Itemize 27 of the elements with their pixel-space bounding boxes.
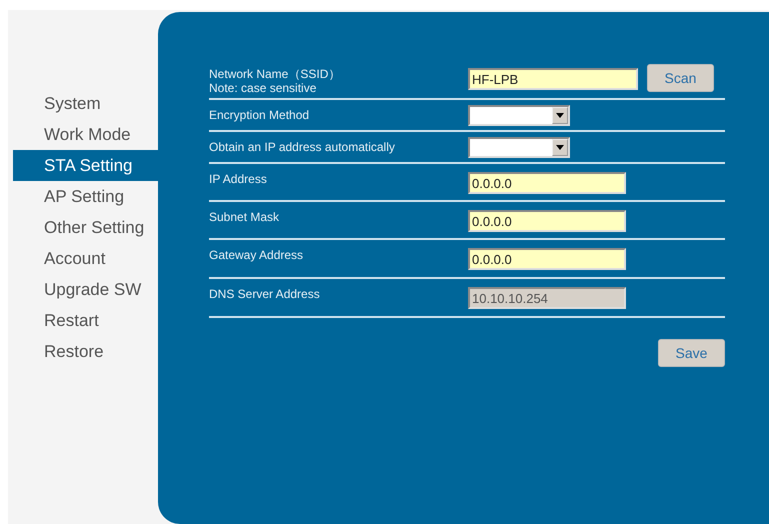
sidebar-item[interactable]: Upgrade SW xyxy=(13,274,158,305)
sidebar-item[interactable]: Restart xyxy=(13,305,158,336)
field-label: Encryption Method xyxy=(209,107,310,122)
text-field[interactable]: 0.0.0.0 xyxy=(468,210,626,232)
text-field[interactable]: 0.0.0.0 xyxy=(468,172,626,194)
field-label: Network Name（SSID） xyxy=(209,67,340,81)
dropdown[interactable] xyxy=(468,137,570,158)
sidebar-item[interactable]: AP Setting xyxy=(13,181,158,212)
sidebar-item[interactable]: System xyxy=(13,88,158,119)
field-note: Note: case sensitive xyxy=(209,81,316,95)
sidebar-item[interactable]: Work Mode xyxy=(13,119,158,150)
field-label: Subnet Mask xyxy=(209,209,280,224)
sidebar-item[interactable]: Other Setting xyxy=(13,212,158,243)
text-field[interactable]: 0.0.0.0 xyxy=(468,248,626,270)
scan-button[interactable]: Scan xyxy=(647,64,714,92)
sidebar-item[interactable]: STA Setting xyxy=(13,150,158,181)
field-label: IP Address xyxy=(209,171,267,186)
caret-icon xyxy=(556,113,564,118)
field-label: DNS Server Address xyxy=(209,286,320,301)
text-field[interactable]: HF-LPB xyxy=(468,68,638,90)
field-label: Obtain an IP address automatically xyxy=(209,139,395,154)
save-button[interactable]: Save xyxy=(658,339,725,367)
caret-icon xyxy=(556,145,564,150)
sidebar-item[interactable]: Account xyxy=(13,243,158,274)
sidebar-item[interactable]: Restore xyxy=(13,336,158,367)
field-label: Gateway Address xyxy=(209,247,304,262)
dropdown[interactable] xyxy=(468,105,570,126)
